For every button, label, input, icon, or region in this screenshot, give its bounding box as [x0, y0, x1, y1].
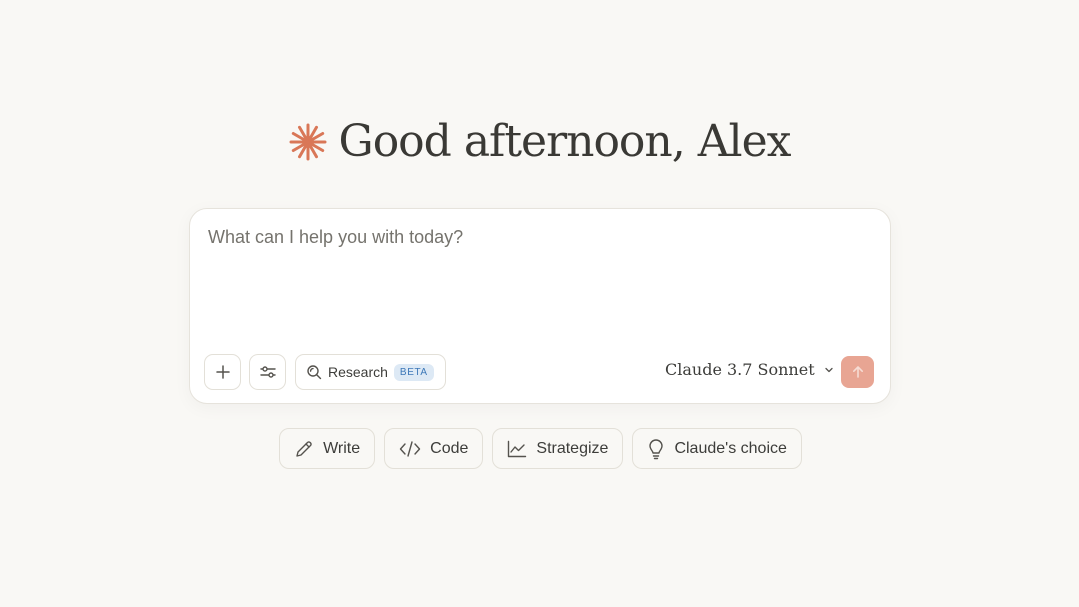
lightbulb-icon [649, 438, 664, 459]
model-label: Claude 3.7 Sonnet [665, 360, 815, 379]
send-button[interactable] [841, 356, 874, 388]
research-search-icon [307, 365, 322, 380]
home-page: Good afternoon, Alex What can I help you… [0, 0, 1079, 607]
chip-label: Claude's choice [674, 439, 787, 457]
plus-icon [215, 365, 230, 379]
suggestion-chips: Write Code Strategize Claude's choice [0, 428, 1079, 469]
chip-label: Strategize [536, 439, 609, 457]
claude-starburst-icon [289, 123, 327, 161]
arrow-up-icon [852, 366, 863, 378]
chevron-down-icon [824, 367, 833, 372]
chart-line-icon [508, 440, 527, 457]
chip-label: Code [430, 439, 469, 457]
chip-write[interactable]: Write [279, 428, 376, 469]
chat-composer: Research BETA Claude 3.7 Sonnet [189, 208, 891, 404]
prompt-input[interactable] [208, 227, 868, 248]
tools-settings-button[interactable] [249, 354, 286, 390]
greeting: Good afternoon, Alex [0, 116, 1079, 167]
chip-strategize[interactable]: Strategize [492, 428, 624, 469]
chip-claudes-choice[interactable]: Claude's choice [632, 428, 802, 469]
beta-badge: BETA [393, 363, 434, 381]
chip-label: Write [323, 439, 361, 457]
research-button[interactable]: Research BETA [295, 354, 446, 390]
pencil-icon [296, 440, 312, 457]
model-selector[interactable]: Claude 3.7 Sonnet [665, 360, 835, 379]
code-icon [399, 440, 421, 457]
add-content-button[interactable] [204, 354, 241, 390]
greeting-title: Good afternoon, Alex [338, 116, 792, 167]
sliders-icon [259, 366, 276, 378]
research-label: Research [328, 364, 388, 380]
chip-code[interactable]: Code [384, 428, 484, 469]
